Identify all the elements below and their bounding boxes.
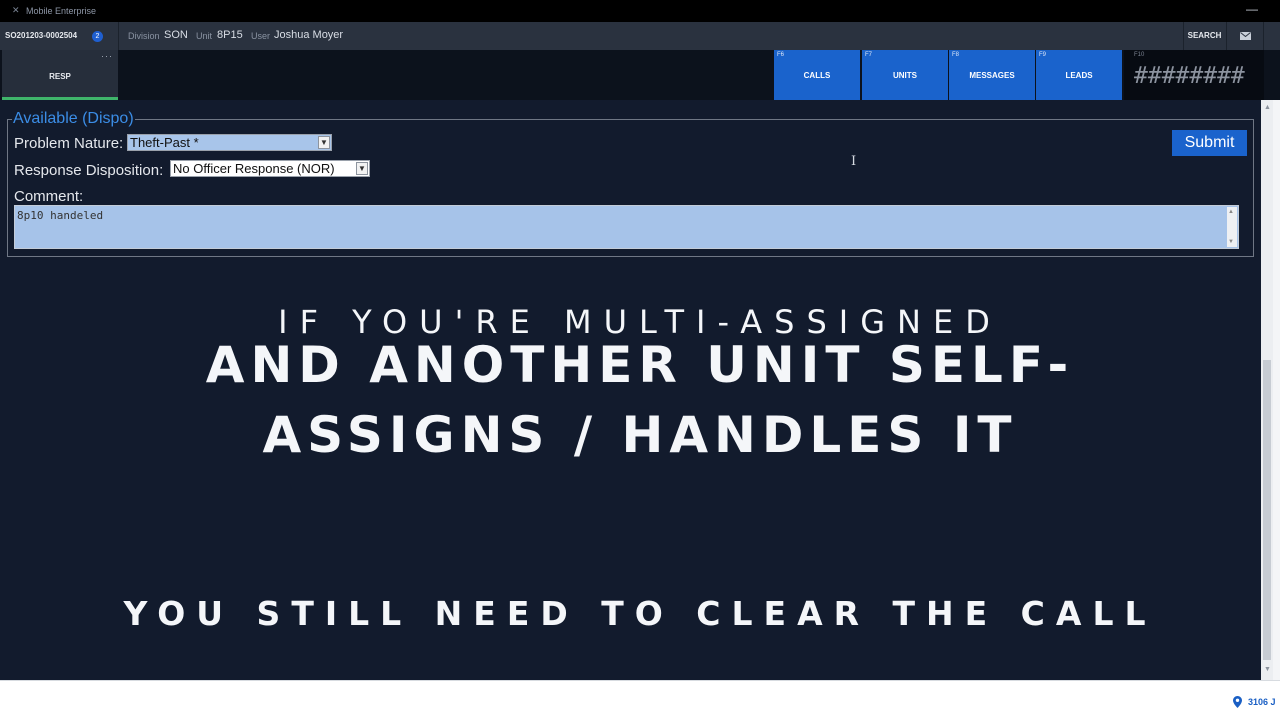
scroll-up-icon[interactable]: ▲ — [1228, 209, 1234, 215]
problem-nature-value: Theft-Past * — [130, 135, 199, 150]
comment-text[interactable]: 8p10 handeled — [17, 209, 103, 222]
scrollbar-thumb[interactable] — [1263, 360, 1271, 660]
comment-textarea[interactable]: 8p10 handeled ▲ ▼ — [14, 205, 1239, 249]
fkey-label: F7 — [865, 52, 873, 58]
comment-label: Comment: — [14, 188, 84, 205]
title-bar: ✕ Mobile Enterprise — — [0, 0, 1280, 22]
fkey-label: F9 — [1039, 52, 1047, 58]
units-label: UNITS — [893, 71, 917, 80]
form-legend: Available (Dispo) — [13, 110, 134, 127]
side-panel-edge — [1273, 100, 1280, 680]
mail-icon — [1240, 32, 1251, 40]
search-button[interactable]: SEARCH — [1183, 22, 1225, 50]
leads-label: LEADS — [1065, 71, 1093, 80]
status-bar: 3106 J — [0, 680, 1280, 720]
division-label: Division — [128, 31, 160, 41]
division-value: SON — [164, 29, 188, 41]
incident-id[interactable]: SO201203-0002504 — [5, 31, 77, 40]
edge-button[interactable] — [1263, 22, 1280, 50]
leads-button[interactable]: F9 LEADS — [1036, 50, 1122, 100]
submit-button[interactable]: Submit — [1172, 130, 1247, 156]
text-cursor-icon: I — [851, 154, 857, 169]
main-scrollbar[interactable]: ▲ ▼ — [1261, 100, 1273, 680]
unit-label: Unit — [196, 31, 213, 41]
location-pin-icon — [1233, 696, 1242, 708]
comment-scrollbar[interactable]: ▲ ▼ — [1227, 207, 1237, 247]
chevron-down-icon[interactable]: ▼ — [356, 162, 368, 175]
scroll-down-icon[interactable]: ▼ — [1228, 239, 1234, 245]
response-disposition-value: No Officer Response (NOR) — [173, 161, 335, 176]
user-value: Joshua Moyer — [274, 29, 344, 41]
tab-resp[interactable]: ··· RESP — [2, 50, 118, 100]
location-address[interactable]: 3106 J — [1248, 697, 1276, 707]
caption-line-3: ASSIGNS / HANDLES IT — [262, 406, 1018, 464]
nav-bar: ··· RESP F6 CALLS F7 UNITS F8 MESSAGES F… — [0, 50, 1280, 100]
calls-label: CALLS — [803, 71, 831, 80]
messages-label: MESSAGES — [969, 71, 1015, 80]
f10-label: ######## — [1134, 63, 1245, 89]
response-disposition-label: Response Disposition: — [14, 162, 164, 179]
caption-line-4: YOU STILL NEED TO CLEAR THE CALL — [123, 594, 1157, 633]
unit-value: 8P15 — [217, 29, 243, 41]
minimize-button[interactable]: — — [1244, 3, 1260, 17]
incident-count-badge[interactable]: 2 — [92, 31, 103, 42]
scroll-down-icon[interactable]: ▼ — [1264, 666, 1271, 673]
chevron-down-icon[interactable]: ▼ — [318, 136, 330, 149]
fkey-label: F8 — [952, 52, 960, 58]
app-icon: ✕ — [12, 5, 20, 15]
tab-resp-label: RESP — [49, 72, 71, 81]
resp-menu-icon[interactable]: ··· — [101, 51, 113, 61]
calls-button[interactable]: F6 CALLS — [774, 50, 860, 100]
app-window: ✕ Mobile Enterprise — SO201203-0002504 2… — [0, 0, 1280, 720]
problem-nature-select[interactable]: Theft-Past * ▼ — [127, 134, 332, 151]
caption-line-2: AND ANOTHER UNIT SELF- — [205, 336, 1075, 394]
user-label: User — [251, 31, 271, 41]
app-title: Mobile Enterprise — [26, 6, 97, 16]
response-disposition-select[interactable]: No Officer Response (NOR) ▼ — [170, 160, 370, 177]
mail-button[interactable] — [1226, 22, 1262, 50]
scroll-up-icon[interactable]: ▲ — [1264, 104, 1271, 111]
fkey-label: F6 — [777, 52, 785, 58]
messages-button[interactable]: F8 MESSAGES — [949, 50, 1035, 100]
problem-nature-label: Problem Nature: — [14, 135, 124, 152]
divider — [118, 22, 119, 50]
units-button[interactable]: F7 UNITS — [862, 50, 948, 100]
info-bar: SO201203-0002504 2 Division SON Unit 8P1… — [0, 22, 1280, 50]
fkey-label: F10 — [1134, 52, 1145, 58]
f10-button[interactable]: F10 ######## — [1124, 50, 1264, 100]
